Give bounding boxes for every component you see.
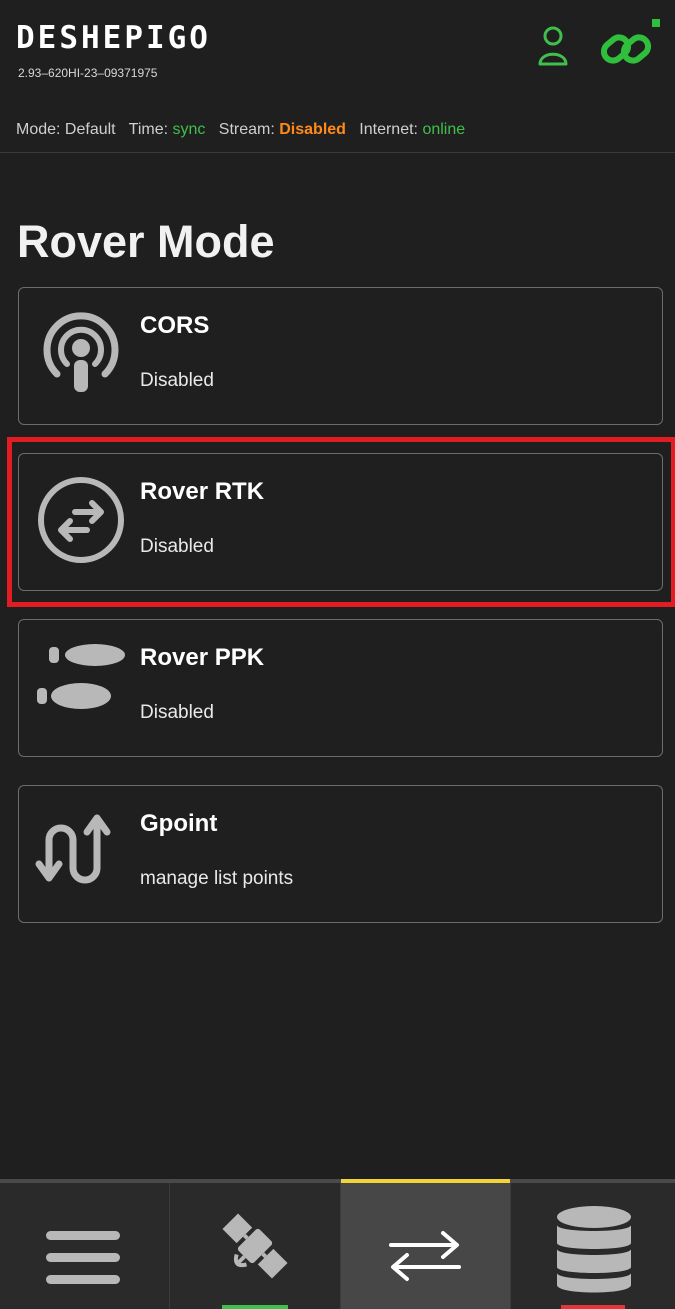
stream-label: Stream: (218, 121, 275, 138)
bottom-nav (0, 1179, 675, 1309)
menu-icon (46, 1231, 120, 1284)
top-bar: DESHEPIGO 2.93–620HI-23–09371975 Mode: D… (0, 0, 675, 153)
active-tab-indicator (341, 1179, 510, 1183)
database-status-indicator (561, 1305, 625, 1309)
exchange-arrows-icon (38, 477, 124, 563)
page-title: Rover Mode (17, 216, 275, 267)
route-arrows-icon (35, 814, 111, 884)
nav-tab-database[interactable] (511, 1183, 675, 1309)
mode-status: manage list points (140, 868, 294, 889)
time-value: sync (172, 121, 206, 138)
satellite-status-indicator (222, 1305, 288, 1309)
link-icon[interactable] (597, 18, 661, 76)
mode-label: Mode: (16, 121, 61, 138)
status-line: Mode: Default Time: sync Stream: Disable… (16, 121, 465, 139)
mode-value: Default (64, 121, 116, 138)
internet-label: Internet: (359, 121, 418, 138)
time-label: Time: (128, 121, 169, 138)
nav-tab-swap[interactable] (341, 1179, 510, 1309)
database-icon (557, 1206, 631, 1293)
footprints-icon (37, 644, 125, 709)
mode-title: CORS (140, 312, 210, 339)
broadcast-icon (43, 312, 119, 392)
mode-card-rover-rtk[interactable]: Rover RTK Disabled (18, 453, 663, 591)
mode-title: Rover RTK (140, 478, 265, 505)
user-icon[interactable] (537, 24, 569, 68)
mode-status: Disabled (140, 702, 214, 723)
nav-tab-menu[interactable] (0, 1183, 169, 1309)
mode-card-cors[interactable]: CORS Disabled (18, 287, 663, 425)
swap-arrows-icon (389, 1231, 461, 1281)
satellite-icon (222, 1213, 288, 1279)
device-serial: 2.93–620HI-23–09371975 (18, 66, 158, 80)
internet-value: online (422, 121, 466, 138)
mode-title: Gpoint (140, 810, 218, 837)
brand-logo: DESHEPIGO (16, 20, 211, 56)
mode-card-gpoint[interactable]: Gpoint manage list points (18, 785, 663, 923)
mode-title: Rover PPK (140, 644, 265, 671)
mode-status: Disabled (140, 536, 214, 557)
nav-tab-satellite[interactable] (170, 1183, 340, 1309)
mode-status: Disabled (140, 370, 214, 391)
mode-card-rover-ppk[interactable]: Rover PPK Disabled (18, 619, 663, 757)
stream-value: Disabled (279, 121, 346, 138)
